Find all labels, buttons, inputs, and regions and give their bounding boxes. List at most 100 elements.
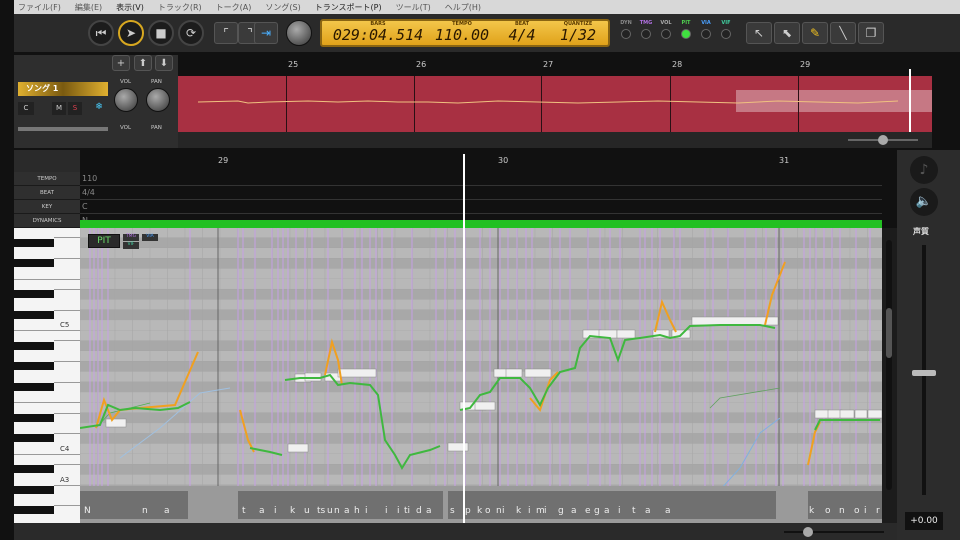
lyric-syllable[interactable]: i: [274, 506, 277, 516]
quantize-value[interactable]: 1/32: [550, 27, 606, 43]
menu-item[interactable]: ファイル(F): [18, 2, 61, 13]
track-overview[interactable]: 25 26 27 28 29: [178, 57, 932, 132]
select-tool[interactable]: ↖: [746, 22, 772, 44]
lyric-syllable[interactable]: i: [864, 506, 867, 516]
param-tab-vif[interactable]: VIF: [123, 242, 139, 249]
lyric-syllable[interactable]: g: [594, 506, 600, 516]
freeze-icon[interactable]: ❄: [92, 102, 106, 115]
voice-mode-button[interactable]: 🔈: [910, 188, 938, 216]
horizontal-zoom-slider[interactable]: [803, 527, 813, 537]
stop-button[interactable]: ■: [148, 20, 174, 46]
lyric-syllable[interactable]: a: [164, 506, 170, 516]
menu-item[interactable]: トラック(R): [158, 2, 202, 13]
solo-button[interactable]: S: [68, 102, 82, 115]
move-down-button[interactable]: ⬇: [155, 55, 173, 71]
lyric-syllable[interactable]: h: [354, 506, 360, 516]
lyric-syllable[interactable]: i: [544, 506, 547, 516]
note[interactable]: [854, 409, 868, 419]
black-key[interactable]: [14, 341, 54, 350]
pan-knob[interactable]: [146, 88, 170, 112]
black-key[interactable]: [14, 465, 54, 474]
param-tab-pit[interactable]: PIT: [88, 234, 120, 248]
lyric-syllable[interactable]: k: [477, 506, 482, 516]
lyric-syllable[interactable]: a: [426, 506, 432, 516]
menu-item[interactable]: 表示(V): [116, 2, 144, 13]
black-key[interactable]: [14, 382, 54, 391]
mode-switch-dyn[interactable]: DYN: [616, 20, 636, 39]
lyric-syllable[interactable]: o: [485, 506, 491, 516]
black-key[interactable]: [14, 413, 54, 422]
param-tab-tmg[interactable]: TMG: [123, 234, 139, 241]
playhead[interactable]: [463, 154, 465, 523]
lyric-syllable[interactable]: u: [304, 506, 310, 516]
lyric-syllable[interactable]: u: [327, 506, 333, 516]
lyric-syllable[interactable]: i: [502, 506, 505, 516]
param-tab-via[interactable]: VIA: [142, 234, 158, 241]
menu-item[interactable]: ツール(T): [396, 2, 431, 13]
black-key[interactable]: [14, 485, 54, 494]
note-mode-button[interactable]: ♪: [910, 156, 938, 184]
lyric-syllable[interactable]: k: [290, 506, 295, 516]
lyric-syllable[interactable]: g: [558, 506, 564, 516]
lyric-syllable[interactable]: n: [496, 506, 502, 516]
menu-item[interactable]: ソング(S): [265, 2, 300, 13]
move-up-button[interactable]: ⬆: [134, 55, 152, 71]
lyric-syllable[interactable]: k: [809, 506, 814, 516]
add-track-button[interactable]: +: [112, 55, 130, 71]
loop-start-button[interactable]: ⌜: [214, 22, 238, 44]
menu-item[interactable]: トーク(A): [216, 2, 252, 13]
note[interactable]: [447, 442, 469, 452]
row-value-beat[interactable]: 4/4: [80, 186, 882, 200]
scroll-thumb[interactable]: [886, 308, 892, 358]
lyric-syllable[interactable]: a: [259, 506, 265, 516]
note[interactable]: [616, 329, 636, 339]
lyric-syllable[interactable]: a: [645, 506, 651, 516]
mode-switch-vol[interactable]: VOL: [656, 20, 676, 39]
editor-ruler[interactable]: 29 30 31: [80, 150, 882, 172]
layers-tool[interactable]: ❐: [858, 22, 884, 44]
mode-switch-vif[interactable]: VIF: [716, 20, 736, 39]
volume-knob[interactable]: [114, 88, 138, 112]
row-value-tempo[interactable]: 110: [80, 172, 882, 186]
black-key[interactable]: [14, 310, 54, 319]
lyric-syllable[interactable]: a: [344, 506, 350, 516]
note[interactable]: [867, 409, 882, 419]
note[interactable]: [474, 401, 496, 411]
lyric-syllable[interactable]: k: [516, 506, 521, 516]
lyric-syllable[interactable]: a: [665, 506, 671, 516]
lyric-syllable[interactable]: t: [632, 506, 636, 516]
rewind-button[interactable]: ⏮: [88, 20, 114, 46]
lyric-syllable[interactable]: o: [854, 506, 860, 516]
note[interactable]: [839, 409, 855, 419]
lyric-syllable[interactable]: i: [528, 506, 531, 516]
mode-switch-tmg[interactable]: TMG: [636, 20, 656, 39]
beat-value[interactable]: 4/4: [502, 27, 542, 43]
box-select-tool[interactable]: ⬉: [774, 22, 800, 44]
note[interactable]: [337, 368, 377, 378]
row-value-key[interactable]: C: [80, 200, 882, 214]
lyric-syllable[interactable]: s: [450, 506, 455, 516]
lyric-syllable[interactable]: N: [84, 506, 91, 516]
menu-item[interactable]: トランスポート(P): [315, 2, 382, 13]
note[interactable]: [524, 368, 552, 378]
lyric-syllable[interactable]: ti: [404, 506, 410, 516]
play-button[interactable]: ➤: [118, 20, 144, 46]
lyric-syllable[interactable]: a: [604, 506, 610, 516]
line-tool[interactable]: ╲: [830, 22, 856, 44]
black-key[interactable]: [14, 362, 54, 371]
overview-zoom-slider[interactable]: [878, 135, 888, 145]
vertical-scrollbar[interactable]: [882, 228, 897, 523]
lyric-syllable[interactable]: n: [839, 506, 845, 516]
note[interactable]: [287, 443, 309, 453]
lyric-syllable[interactable]: e: [585, 506, 591, 516]
voice-quality-value[interactable]: +0.00: [905, 512, 943, 530]
lyric-syllable[interactable]: n: [142, 506, 148, 516]
mode-switch-via[interactable]: VIA: [696, 20, 716, 39]
mute-button[interactable]: M: [52, 102, 66, 115]
black-key[interactable]: [14, 506, 54, 515]
black-key[interactable]: [14, 238, 54, 247]
lyric-syllable[interactable]: i: [397, 506, 400, 516]
lyric-syllable[interactable]: i: [385, 506, 388, 516]
lyric-syllable[interactable]: t: [242, 506, 246, 516]
loop-button[interactable]: ⟳: [178, 20, 204, 46]
